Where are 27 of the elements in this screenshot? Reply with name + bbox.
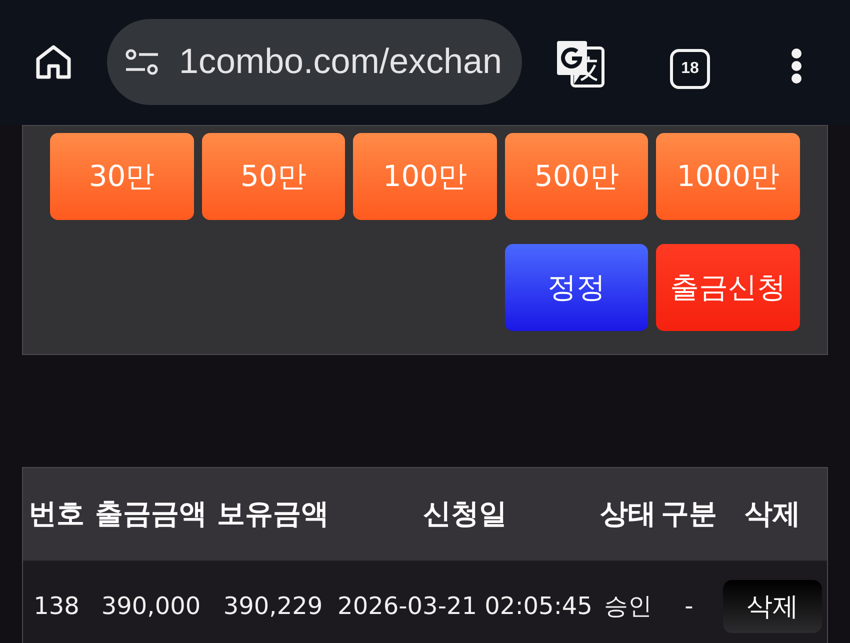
table-cell-text: 390,229 bbox=[223, 591, 323, 622]
amount-button[interactable]: 30만 bbox=[50, 133, 194, 220]
table-cell-text: 승인 bbox=[604, 591, 652, 622]
column-header: 상태 bbox=[600, 496, 656, 532]
column-header: 번호 bbox=[28, 496, 84, 532]
translate-icon[interactable] bbox=[555, 38, 605, 88]
amount-button[interactable]: 100만 bbox=[353, 133, 497, 220]
address-bar[interactable]: 1combo.com/exchan bbox=[107, 18, 522, 104]
column-header: 보유금액 bbox=[217, 496, 329, 532]
delete-button[interactable]: 삭제 bbox=[723, 580, 822, 633]
column-header: 신청일 bbox=[423, 496, 507, 532]
home-icon[interactable] bbox=[35, 44, 72, 80]
table-cell-text: 138 bbox=[34, 591, 80, 622]
more-options-icon[interactable] bbox=[790, 47, 803, 85]
amount-button[interactable]: 500만 bbox=[504, 133, 648, 220]
amount-button[interactable]: 50만 bbox=[202, 133, 346, 220]
column-header: 구분 bbox=[661, 496, 717, 532]
correct-button[interactable]: 정정 bbox=[504, 244, 648, 331]
column-header: 출금금액 bbox=[95, 496, 207, 532]
request-button[interactable]: 출금신청 bbox=[656, 244, 800, 331]
table-cell-text: 390,000 bbox=[101, 591, 201, 622]
tune-icon[interactable] bbox=[125, 48, 159, 74]
table-cell-text: - bbox=[684, 591, 694, 622]
table-cell-text: 2026-03-21 02:05:45 bbox=[338, 591, 592, 622]
tab-switcher-button[interactable]: 18 bbox=[670, 48, 710, 88]
column-header: 삭제 bbox=[744, 496, 800, 532]
amount-button[interactable]: 1000만 bbox=[656, 133, 800, 220]
